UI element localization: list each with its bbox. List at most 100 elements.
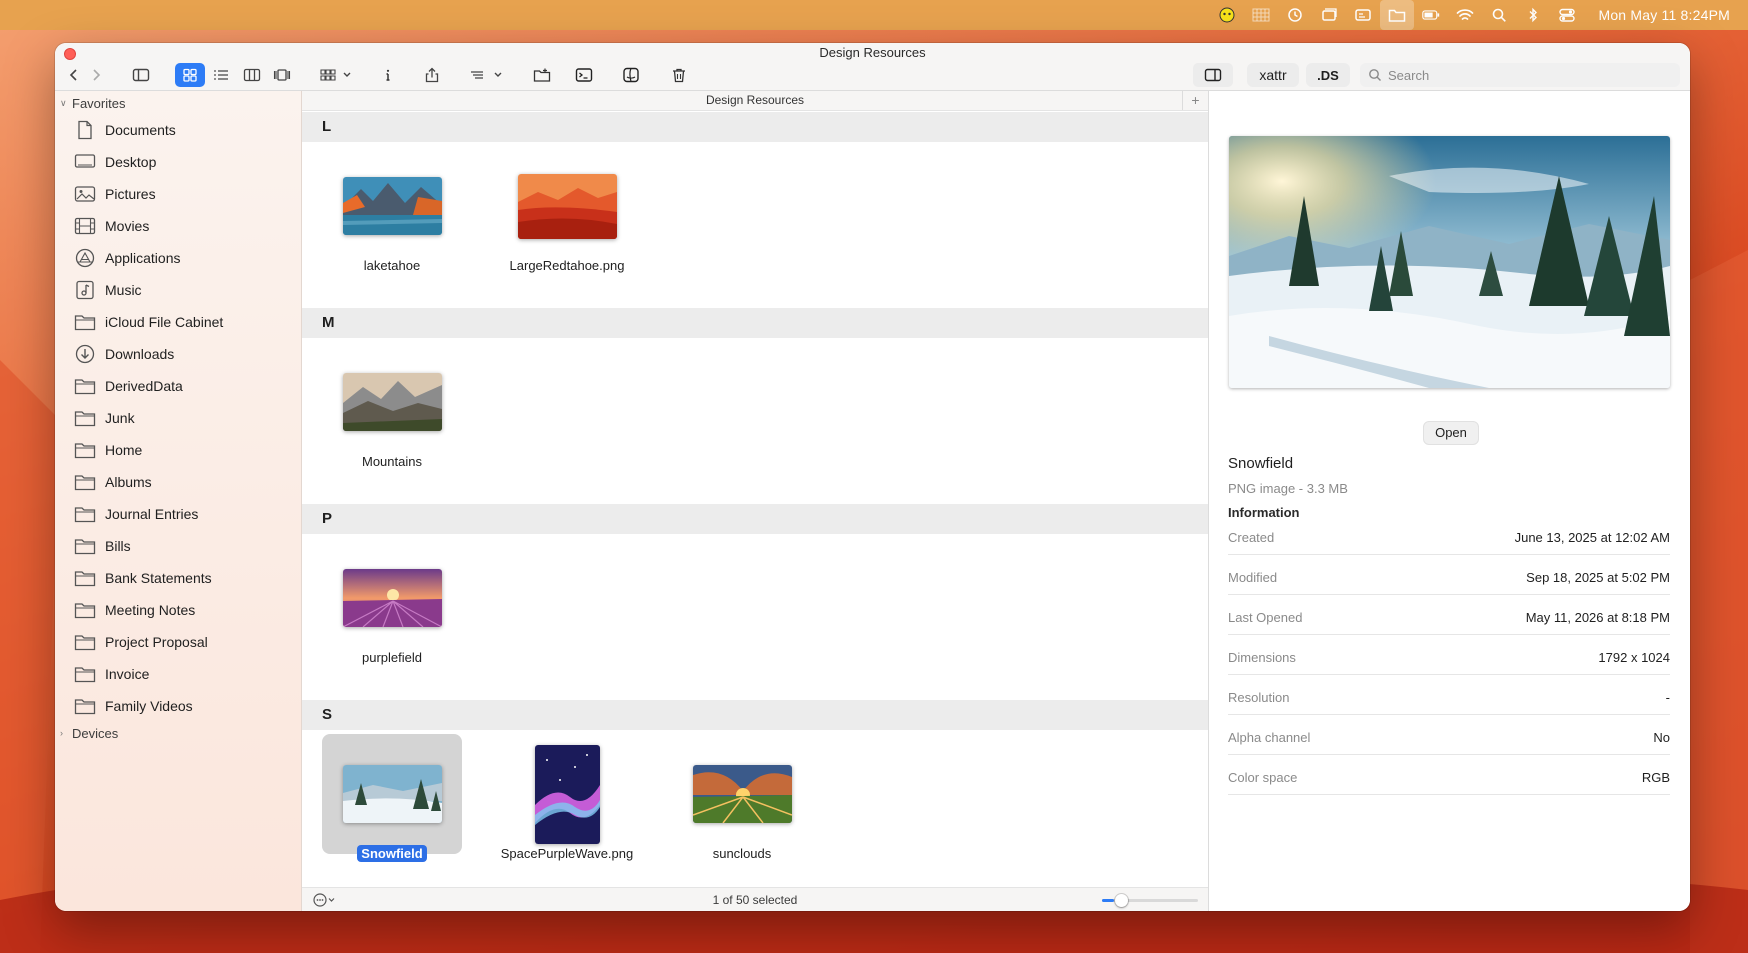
action-menu-button[interactable] — [462, 63, 510, 87]
group-header-s: S — [302, 700, 1208, 730]
sidebar-item-junk[interactable]: Junk — [55, 402, 301, 434]
sidebar-item-documents[interactable]: Documents — [55, 114, 301, 146]
file-item-purplefield[interactable]: purplefield — [322, 534, 462, 700]
sidebar-item-downloads[interactable]: Downloads — [55, 338, 301, 370]
favorites-label: Favorites — [72, 95, 126, 111]
column-view-button[interactable] — [238, 63, 266, 87]
group-grid-icon — [320, 69, 336, 81]
slider-knob[interactable] — [1115, 894, 1129, 907]
history-icon[interactable] — [1278, 0, 1312, 30]
icon-view-button[interactable] — [175, 63, 205, 87]
chevron-down-icon: ∨ — [60, 97, 67, 108]
icon-size-slider[interactable] — [1102, 894, 1198, 907]
file-item-laketahoe[interactable]: laketahoe — [322, 142, 462, 308]
sidebar-item-applications[interactable]: Applications — [55, 242, 301, 274]
sidebar-item-label: Junk — [105, 410, 135, 426]
group-p: purplefield — [302, 534, 1208, 700]
alien-icon[interactable] — [1210, 0, 1244, 30]
window-icon[interactable] — [1312, 0, 1346, 30]
file-name: Mountains — [362, 454, 422, 469]
sidebar-item-albums[interactable]: Albums — [55, 466, 301, 498]
preview-pane: Open Snowfield PNG image - 3.3 MB Inform… — [1208, 91, 1690, 911]
info-icon — [386, 69, 390, 81]
gallery-view-button[interactable] — [268, 63, 296, 87]
file-item-sunclouds[interactable]: sunclouds — [672, 730, 812, 887]
sidebar-item-music[interactable]: Music — [55, 274, 301, 306]
sidebar-item-invoice[interactable]: Invoice — [55, 658, 301, 690]
file-item-snowfield[interactable]: Snowfield — [322, 730, 462, 887]
group-by-button[interactable] — [313, 63, 359, 87]
preview-toggle-button[interactable] — [1193, 63, 1233, 87]
back-button[interactable] — [64, 63, 84, 87]
share-button[interactable] — [418, 63, 446, 87]
sidebar-item-deriveddata[interactable]: DerivedData — [55, 370, 301, 402]
sidebar-item-bills[interactable]: Bills — [55, 530, 301, 562]
file-item-mountains[interactable]: Mountains — [322, 338, 462, 504]
file-item-largeredtahoe[interactable]: LargeRedtahoe.png — [497, 142, 637, 308]
folder-icon — [73, 694, 97, 718]
trash-button[interactable] — [665, 63, 693, 87]
bluetooth-icon[interactable] — [1516, 0, 1550, 30]
finder-button[interactable] — [617, 63, 645, 87]
folder-icon — [73, 310, 97, 334]
chevron-down-icon — [343, 72, 351, 77]
window-title: Design Resources — [819, 45, 926, 60]
sidebar-toggle-button[interactable] — [127, 63, 155, 87]
tag-lines-icon — [471, 71, 483, 79]
open-button[interactable]: Open — [1423, 421, 1479, 445]
grid-icon[interactable] — [1244, 0, 1278, 30]
file-item-spacepurplewave[interactable]: SpacePurpleWave.png — [497, 730, 637, 887]
search-icon — [1369, 69, 1381, 81]
sidebar-item-label: Bank Statements — [105, 570, 212, 586]
sidebar-item-label: Journal Entries — [105, 506, 199, 522]
sidebar-section-favorites[interactable]: ∨ Favorites — [55, 92, 301, 114]
info-row-last-opened: Last Opened May 11, 2026 at 8:18 PM — [1228, 595, 1670, 635]
new-folder-button[interactable] — [528, 63, 556, 87]
sidebar-section-devices[interactable]: › Devices — [55, 722, 301, 744]
folder-icon — [73, 470, 97, 494]
control-center-icon[interactable] — [1550, 0, 1584, 30]
trash-icon — [673, 68, 685, 83]
sidebar-item-pictures[interactable]: Pictures — [55, 178, 301, 210]
xattr-button[interactable]: xattr — [1247, 63, 1299, 87]
sidebar-icon — [132, 68, 150, 82]
forward-button[interactable] — [86, 63, 106, 87]
grid-view-icon — [183, 68, 197, 82]
folder-icon — [73, 566, 97, 590]
card-icon[interactable] — [1346, 0, 1380, 30]
search-icon[interactable] — [1482, 0, 1516, 30]
preview-file-kind: PNG image - 3.3 MB — [1228, 481, 1348, 496]
battery-icon[interactable] — [1414, 0, 1448, 30]
get-info-button[interactable] — [375, 63, 401, 87]
info-value: May 11, 2026 at 8:18 PM — [1525, 610, 1670, 625]
chevron-down-icon — [494, 72, 502, 77]
info-key: Color space — [1228, 770, 1298, 785]
sidebar-item-home[interactable]: Home — [55, 434, 301, 466]
info-key: Dimensions — [1228, 650, 1296, 665]
sidebar-item-bank-statements[interactable]: Bank Statements — [55, 562, 301, 594]
path-bar: Design Resources + — [302, 91, 1208, 111]
sidebar-item-desktop[interactable]: Desktop — [55, 146, 301, 178]
search-field[interactable] — [1360, 63, 1680, 87]
ds-button[interactable]: .DS — [1306, 63, 1350, 87]
sidebar-item-family-videos[interactable]: Family Videos — [55, 690, 301, 722]
menu-bar-clock[interactable]: Mon May 11 8:24PM — [1598, 7, 1730, 23]
gallery-view-icon — [273, 69, 291, 81]
folder-icon[interactable] — [1380, 0, 1415, 30]
wifi-icon[interactable] — [1448, 0, 1482, 30]
folder-icon — [73, 662, 97, 686]
sidebar-item-project-proposal[interactable]: Project Proposal — [55, 626, 301, 658]
new-folder-icon — [533, 68, 551, 82]
group-header-l: L — [302, 112, 1208, 142]
sidebar-item-meeting-notes[interactable]: Meeting Notes — [55, 594, 301, 626]
search-input[interactable] — [1388, 67, 1648, 83]
sidebar-item-label: Project Proposal — [105, 634, 208, 650]
sidebar-item-icloud-file-cabinet[interactable]: iCloud File Cabinet — [55, 306, 301, 338]
add-tab-button[interactable]: + — [1182, 91, 1208, 110]
sidebar-item-journal-entries[interactable]: Journal Entries — [55, 498, 301, 530]
terminal-button[interactable] — [570, 63, 598, 87]
devices-label: Devices — [72, 725, 119, 741]
list-view-button[interactable] — [207, 63, 235, 87]
sidebar-item-movies[interactable]: Movies — [55, 210, 301, 242]
preview-image — [1229, 136, 1670, 388]
